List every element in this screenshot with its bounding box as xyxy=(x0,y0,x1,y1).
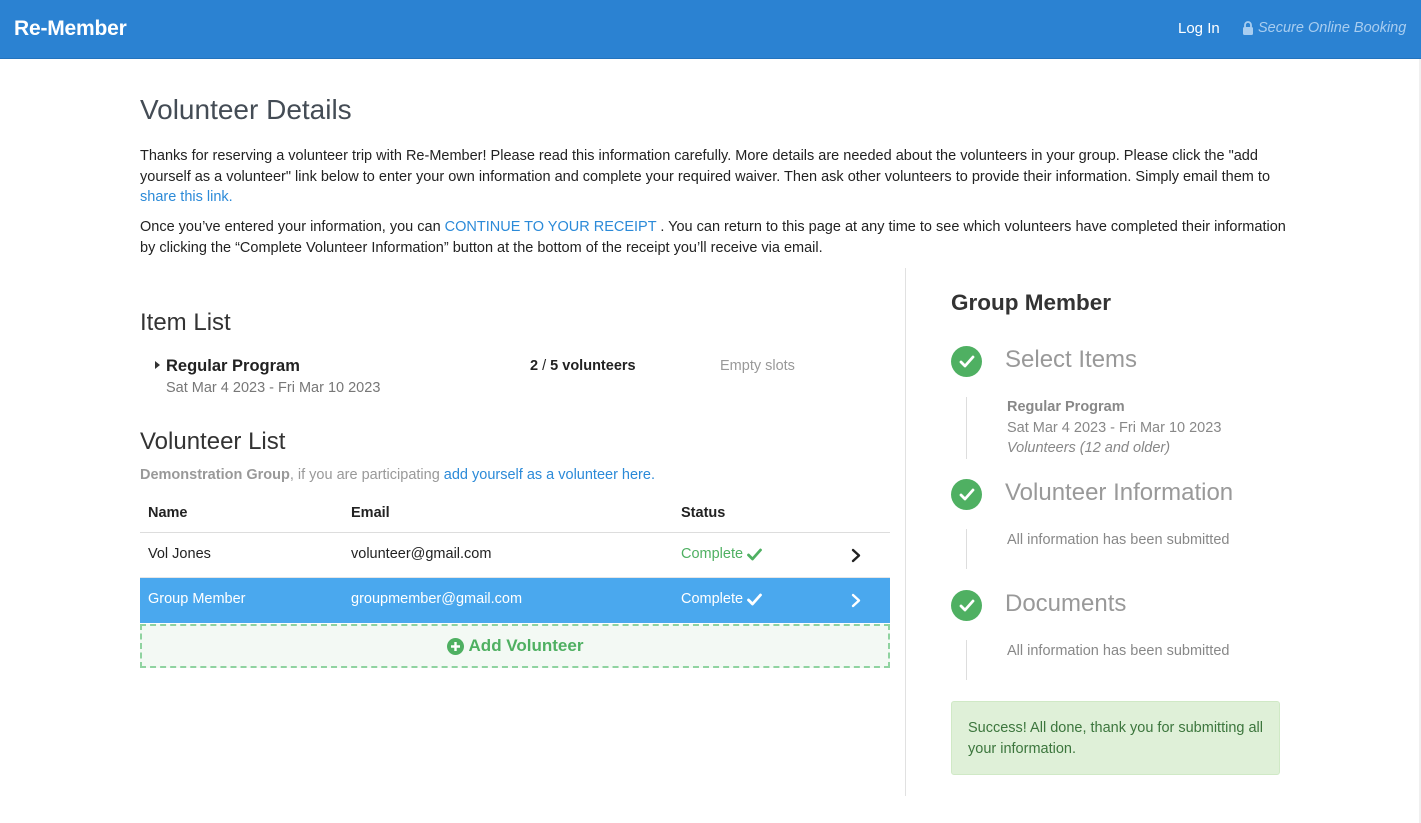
column-divider xyxy=(905,268,906,796)
chevron-right-icon[interactable] xyxy=(851,548,861,563)
step-connector xyxy=(966,529,967,569)
checkmark-icon xyxy=(747,548,762,560)
step-title: Documents xyxy=(1005,590,1127,617)
chevron-right-icon[interactable] xyxy=(851,593,861,608)
step-title: Volunteer Information xyxy=(1005,479,1234,506)
brand-logo[interactable]: Re-Member xyxy=(14,17,127,41)
step-title: Select Items xyxy=(1005,346,1138,373)
step-detail: All information has been submitted xyxy=(1007,532,1230,548)
intro-text-1: Thanks for reserving a volunteer trip wi… xyxy=(140,148,1271,185)
plus-circle-icon xyxy=(446,637,464,655)
step-connector xyxy=(966,397,967,459)
check-circle-icon xyxy=(951,346,982,377)
secure-booking-label: Secure Online Booking xyxy=(1242,20,1406,36)
vol-total: 5 volunteers xyxy=(550,358,636,374)
volunteer-count: 2 / 5 volunteers xyxy=(530,358,636,374)
table-row[interactable]: Group Member groupmember@gmail.com Compl… xyxy=(140,578,890,623)
program-dates: Sat Mar 4 2023 - Fri Mar 10 2023 xyxy=(166,380,381,396)
item-row-regular-program[interactable]: Regular Program Sat Mar 4 2023 - Fri Mar… xyxy=(140,356,900,400)
status-text: Complete xyxy=(681,591,744,607)
login-link[interactable]: Log In xyxy=(1178,20,1220,37)
item-list-heading: Item List xyxy=(140,309,231,336)
group-mid-text: , if you are participating xyxy=(289,467,444,483)
add-volunteer-button[interactable]: Add Volunteer xyxy=(140,624,890,668)
add-yourself-link[interactable]: add yourself as a volunteer here. xyxy=(444,467,655,483)
vol-sep: / xyxy=(538,358,551,374)
column-header-email: Email xyxy=(351,505,390,521)
group-member-heading: Group Member xyxy=(951,290,1112,315)
share-link[interactable]: share this link. xyxy=(140,189,233,205)
step-detail: Regular Program Sat Mar 4 2023 - Fri Mar… xyxy=(1007,397,1221,459)
add-volunteer-label: Add Volunteer xyxy=(468,636,584,655)
column-header-status: Status xyxy=(681,505,726,521)
table-row[interactable]: Vol Jones volunteer@gmail.com Complete xyxy=(140,533,890,578)
step-detail: All information has been submitted xyxy=(1007,643,1230,659)
volunteer-name: Group Member xyxy=(148,591,246,607)
volunteer-status: Complete xyxy=(681,591,762,607)
check-circle-icon xyxy=(951,479,982,510)
checkmark-icon xyxy=(747,593,762,605)
secure-booking-text: Secure Online Booking xyxy=(1258,20,1407,36)
page-title: Volunteer Details xyxy=(140,94,352,125)
step-detail-program: Regular Program xyxy=(1007,399,1125,415)
volunteer-status: Complete xyxy=(681,546,762,562)
step-detail-note: Volunteers (12 and older) xyxy=(1007,440,1171,456)
lock-icon xyxy=(1243,21,1253,35)
volunteer-list-heading: Volunteer List xyxy=(140,428,286,455)
volunteer-table: Name Email Status Vol Jones volunteer@gm… xyxy=(140,497,890,623)
vol-current: 2 xyxy=(530,358,539,374)
group-line: Demonstration Group, if you are particip… xyxy=(140,467,655,483)
table-header: Name Email Status xyxy=(140,497,890,533)
top-navbar: Re-Member Log In Secure Online Booking xyxy=(0,0,1421,59)
success-alert: Success! All done, thank you for submitt… xyxy=(951,701,1280,775)
step-detail-dates: Sat Mar 4 2023 - Fri Mar 10 2023 xyxy=(1007,419,1222,436)
volunteer-name: Vol Jones xyxy=(148,546,211,562)
volunteer-email: groupmember@gmail.com xyxy=(351,591,523,607)
intro-paragraph-1: Thanks for reserving a volunteer trip wi… xyxy=(140,146,1290,208)
check-circle-icon xyxy=(951,590,982,621)
column-header-name: Name xyxy=(148,505,188,521)
caret-right-icon[interactable] xyxy=(155,361,160,369)
volunteer-email: volunteer@gmail.com xyxy=(351,546,492,562)
program-name: Regular Program xyxy=(166,357,300,375)
intro-text-2a: Once you’ve entered your information, yo… xyxy=(140,219,445,235)
status-text: Complete xyxy=(681,546,744,562)
step-connector xyxy=(966,640,967,680)
continue-receipt-link[interactable]: CONTINUE TO YOUR RECEIPT xyxy=(445,219,657,235)
group-name: Demonstration Group xyxy=(140,467,290,483)
intro-paragraph-2: Once you’ve entered your information, yo… xyxy=(140,217,1290,258)
empty-slots-label: Empty slots xyxy=(720,358,795,374)
